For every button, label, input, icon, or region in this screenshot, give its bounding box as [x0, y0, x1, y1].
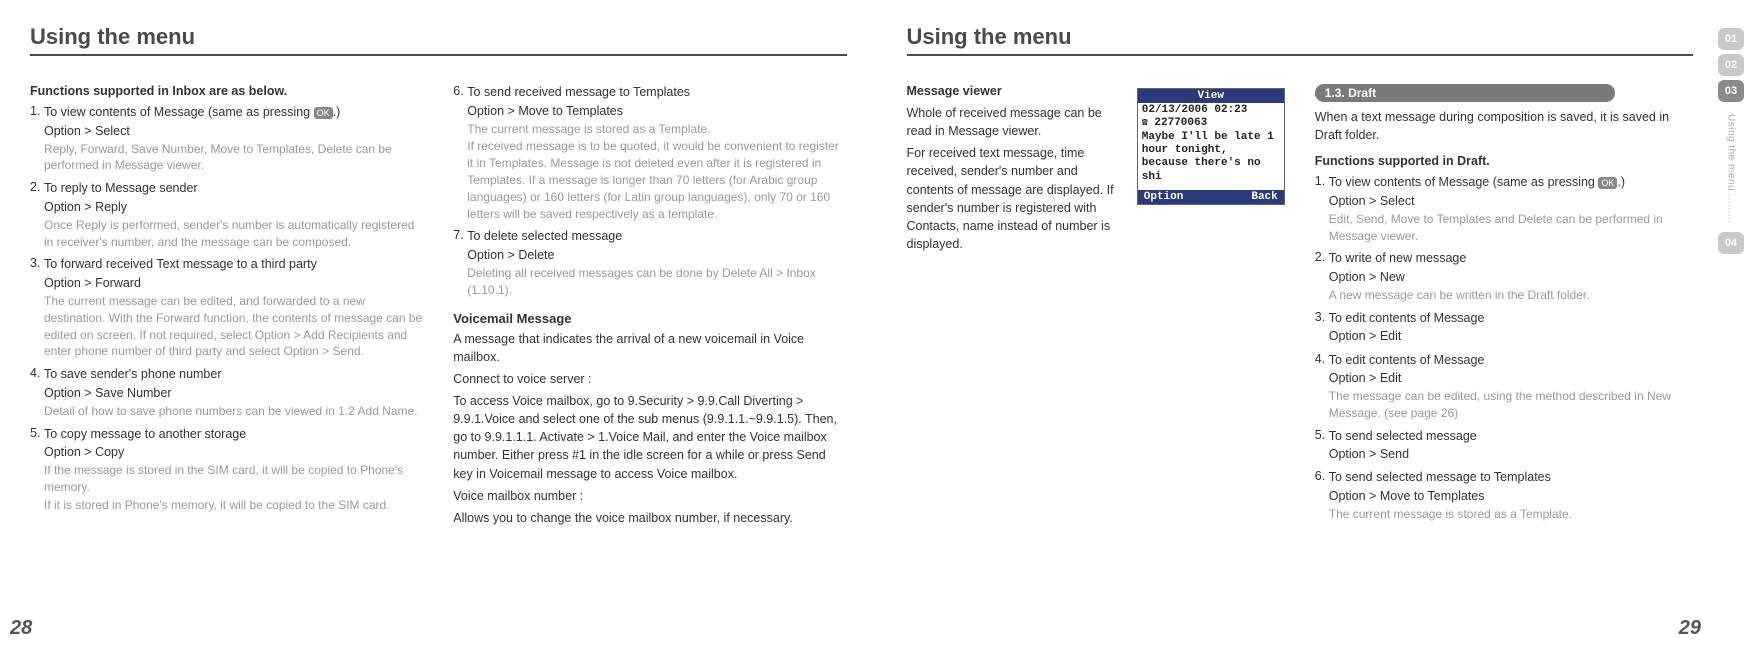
tab-label: Using the menu .........: [1726, 114, 1737, 224]
phone-titlebar: View: [1138, 89, 1284, 103]
inbox-item-6: 6. To send received message to Templates…: [453, 84, 846, 222]
tab-02[interactable]: 02: [1718, 54, 1744, 76]
phone-number: ☎ 22770063: [1138, 117, 1284, 130]
page-number: 29: [1679, 617, 1701, 640]
left-col-1: Functions supported in Inbox are as belo…: [30, 84, 423, 531]
page-number: 28: [10, 617, 32, 640]
page-28: Using the menu Functions supported in In…: [0, 0, 877, 650]
inbox-intro: Functions supported in Inbox are as belo…: [30, 84, 423, 98]
phone-message-body: Maybe I'll be late 1 hour tonight, becau…: [1138, 130, 1284, 190]
draft-item-2: 2. To write of new message Option > New …: [1315, 250, 1693, 303]
inbox-item-2: 2. To reply to Message sender Option > R…: [30, 180, 423, 250]
message-viewer-heading: Message viewer: [907, 84, 1119, 98]
draft-item-6: 6. To send selected message to Templates…: [1315, 469, 1693, 522]
draft-item-3: 3. To edit contents of Message Option > …: [1315, 310, 1693, 346]
draft-item-1: 1. To view contents of Message (same as …: [1315, 174, 1693, 244]
tab-01[interactable]: 01: [1718, 28, 1744, 50]
page-29: Using the menu Message viewer Whole of r…: [877, 0, 1753, 650]
phone-softkey-left: Option: [1144, 191, 1184, 203]
draft-functions-heading: Functions supported in Draft.: [1315, 154, 1693, 168]
inbox-item-5: 5. To copy message to another storage Op…: [30, 426, 423, 514]
inbox-item-3: 3. To forward received Text message to a…: [30, 256, 423, 360]
tab-03[interactable]: 03: [1718, 80, 1744, 102]
draft-item-5: 5. To send selected message Option > Sen…: [1315, 428, 1693, 464]
phone-screenshot: View 02/13/2006 02:23 ☎ 22770063 Maybe I…: [1137, 88, 1285, 205]
section-pill-draft: 1.3. Draft: [1315, 84, 1615, 102]
right-col-1: Message viewer Whole of received message…: [907, 84, 1285, 529]
page-title: Using the menu: [907, 24, 1694, 56]
ok-icon: OK: [314, 107, 333, 119]
page-title: Using the menu: [30, 24, 847, 56]
inbox-item-1: 1. To view contents of Message (same as …: [30, 104, 423, 174]
draft-item-4: 4. To edit contents of Message Option > …: [1315, 352, 1693, 422]
phone-softkey-right: Back: [1251, 191, 1277, 203]
ok-icon: OK: [1598, 177, 1617, 189]
phone-date: 02/13/2006 02:23: [1138, 103, 1284, 117]
voicemail-heading: Voicemail Message: [453, 311, 846, 326]
inbox-item-4: 4. To save sender's phone number Option …: [30, 366, 423, 419]
phone-icon: ☎: [1142, 118, 1148, 129]
option-path: Option > Select: [44, 122, 423, 140]
left-col-2: 6. To send received message to Templates…: [453, 84, 846, 531]
right-col-2: 1.3. Draft When a text message during co…: [1315, 84, 1693, 529]
tab-04[interactable]: 04: [1718, 232, 1744, 254]
side-tabs: 01 02 03 Using the menu ......... 04: [1709, 0, 1753, 650]
inbox-item-7: 7. To delete selected message Option > D…: [453, 228, 846, 298]
